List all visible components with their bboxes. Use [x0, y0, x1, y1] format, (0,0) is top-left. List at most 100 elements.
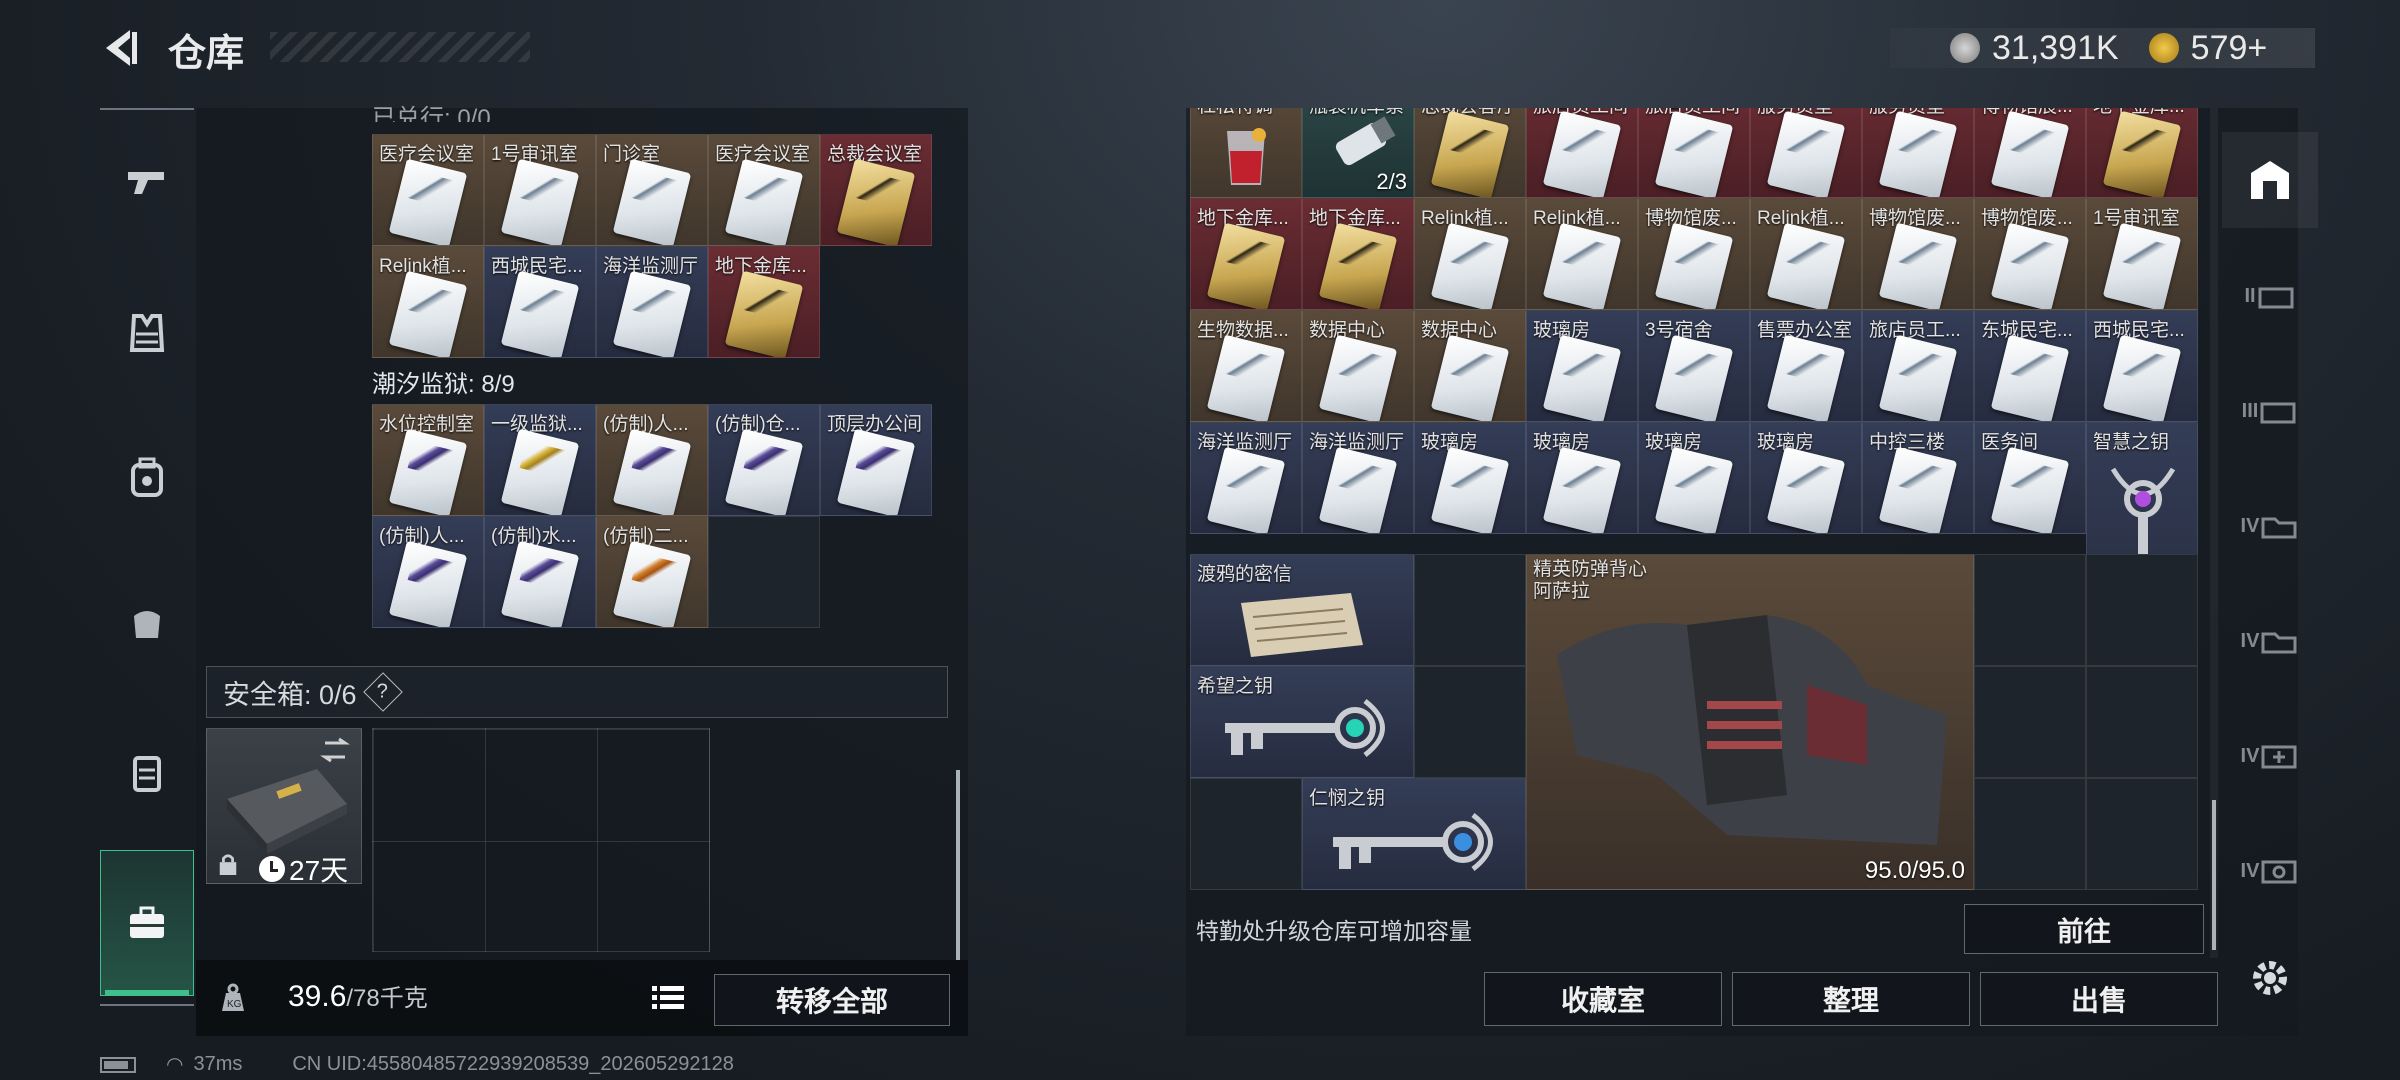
warehouse-item-cell[interactable]: 西城民宅...: [2086, 310, 2198, 422]
keycard-icon: [1542, 110, 1622, 197]
prison-keycard-cell[interactable]: [708, 516, 820, 628]
warehouse-tab-7[interactable]: IV: [2222, 823, 2318, 919]
warehouse-item-cell[interactable]: 博物馆展...: [1974, 108, 2086, 198]
empty-slot[interactable]: [2086, 778, 2198, 890]
nav-backpack-icon[interactable]: [100, 433, 194, 523]
prison-keycard-cell[interactable]: (仿制)水...: [484, 516, 596, 628]
safe-box-slots[interactable]: [372, 728, 710, 952]
empty-slot[interactable]: [1190, 778, 1302, 890]
warehouse-tab-6[interactable]: IV: [2222, 708, 2318, 804]
warehouse-item-cell[interactable]: 中控三楼: [1862, 422, 1974, 534]
warehouse-item-cell[interactable]: 博物馆废...: [1862, 198, 1974, 310]
item-label: 玻璃房: [1533, 320, 1591, 341]
nav-pouch-icon[interactable]: [100, 578, 194, 668]
keycard-cell[interactable]: 海洋监测厅: [596, 246, 708, 358]
warehouse-item-cell[interactable]: 地下金库...: [2086, 108, 2198, 198]
empty-slot[interactable]: [1414, 554, 1526, 666]
settings-gear-icon[interactable]: [2222, 930, 2318, 1026]
warehouse-item-cell[interactable]: 旅店员工...: [1862, 310, 1974, 422]
warehouse-tab-1[interactable]: [2222, 132, 2318, 228]
warehouse-item-cell[interactable]: 玻璃房: [1526, 310, 1638, 422]
empty-slot[interactable]: [2086, 554, 2198, 666]
warehouse-item-cell[interactable]: 数据中心: [1414, 310, 1526, 422]
help-icon[interactable]: ?: [362, 672, 403, 712]
warehouse-item-cell[interactable]: 旅店员工间: [1638, 108, 1750, 198]
collection-room-button[interactable]: 收藏室: [1484, 972, 1722, 1026]
keycard-cell[interactable]: 地下金库...: [708, 246, 820, 358]
warehouse-item-cell[interactable]: 数据中心: [1302, 310, 1414, 422]
hope-key-item[interactable]: 希望之钥: [1190, 666, 1414, 778]
warehouse-item-cell[interactable]: 瓶装机车素2/3: [1302, 108, 1414, 198]
safe-box-item[interactable]: 27天: [206, 728, 362, 886]
raven-letter-item[interactable]: 渡鸦的密信: [1190, 554, 1414, 666]
goto-button[interactable]: 前往: [1964, 904, 2204, 954]
prison-keycard-cell[interactable]: (仿制)二...: [596, 516, 708, 628]
prison-keycard-cell[interactable]: (仿制)人...: [596, 404, 708, 516]
warehouse-item-cell[interactable]: 生物数据...: [1190, 310, 1302, 422]
warehouse-item-cell[interactable]: 地下金库...: [1302, 198, 1414, 310]
empty-slot[interactable]: [1414, 666, 1526, 778]
keycard-cell[interactable]: 西城民宅...: [484, 246, 596, 358]
warehouse-item-cell[interactable]: 玻璃房: [1638, 422, 1750, 534]
warehouse-item-cell[interactable]: Relink植...: [1414, 198, 1526, 310]
warehouse-tab-2[interactable]: II: [2222, 248, 2318, 344]
warehouse-item-cell[interactable]: 玻璃房: [1526, 422, 1638, 534]
keycard-cell[interactable]: 总裁会议室: [820, 134, 932, 246]
back-arrow-icon[interactable]: [96, 24, 144, 72]
warehouse-item-cell[interactable]: 海洋监测厅: [1302, 422, 1414, 534]
empty-slot[interactable]: [1974, 778, 2086, 890]
warehouse-item-cell[interactable]: 玻璃房: [1750, 422, 1862, 534]
warehouse-item-cell[interactable]: 玻璃房: [1414, 422, 1526, 534]
warehouse-item-cell[interactable]: 服务员室: [1750, 108, 1862, 198]
organize-button[interactable]: 整理: [1732, 972, 1970, 1026]
prison-keycard-cell[interactable]: 水位控制室: [372, 404, 484, 516]
nav-armor-icon[interactable]: [100, 288, 194, 378]
warehouse-item-cell[interactable]: Relink植...: [1526, 198, 1638, 310]
warehouse-item-cell[interactable]: 博物馆废...: [1974, 198, 2086, 310]
empty-slot[interactable]: [1974, 554, 2086, 666]
prison-keycard-cell[interactable]: 顶层办公间: [820, 404, 932, 516]
warehouse-item-cell[interactable]: 总裁会客厅: [1414, 108, 1526, 198]
prison-keycard-cell[interactable]: (仿制)仓...: [708, 404, 820, 516]
warehouse-item-cell[interactable]: 杠松特调: [1190, 108, 1302, 198]
warehouse-item-cell[interactable]: 1号审讯室: [2086, 198, 2198, 310]
warehouse-item-cell[interactable]: 服务员室: [1862, 108, 1974, 198]
sell-button[interactable]: 出售: [1980, 972, 2218, 1026]
keycard-cell[interactable]: Relink植...: [372, 246, 484, 358]
safe-box-header: 安全箱: 0/6 ?: [206, 666, 948, 718]
keycard-cell[interactable]: 1号审讯室: [484, 134, 596, 246]
stack-count: 2/3: [1376, 169, 1407, 194]
warehouse-item-cell[interactable]: 旅店员工间: [1526, 108, 1638, 198]
keycard-cell[interactable]: 医疗会议室: [372, 134, 484, 246]
warehouse-item-cell[interactable]: Relink植...: [1750, 198, 1862, 310]
item-label: 杠松特调: [1197, 108, 1301, 118]
nav-vest-icon[interactable]: [100, 728, 194, 818]
item-label: Relink植...: [1421, 208, 1509, 229]
warehouse-item-cell[interactable]: 医务间: [1974, 422, 2086, 534]
keycard-cell[interactable]: 门诊室: [596, 134, 708, 246]
warehouse-item-cell[interactable]: 3号宿舍: [1638, 310, 1750, 422]
mercy-key-item[interactable]: 仁悯之钥: [1302, 778, 1526, 890]
warehouse-item-cell[interactable]: 博物馆废...: [1638, 198, 1750, 310]
empty-slot[interactable]: [1974, 666, 2086, 778]
list-view-icon[interactable]: [648, 980, 688, 1016]
transfer-all-button[interactable]: 转移全部: [714, 974, 950, 1026]
nav-warehouse-tab[interactable]: [100, 850, 194, 996]
warehouse-tab-5[interactable]: IV: [2222, 593, 2318, 689]
right-scrollbar[interactable]: [2212, 800, 2216, 950]
page-title: 仓库: [168, 33, 245, 75]
vest-item[interactable]: 精英防弹背心 阿萨拉 95.0/95.0: [1526, 554, 1974, 890]
warehouse-item-cell[interactable]: 东城民宅...: [1974, 310, 2086, 422]
warehouse-item-cell[interactable]: 海洋监测厅: [1190, 422, 1302, 534]
empty-slot[interactable]: [2086, 666, 2198, 778]
keycard-cell[interactable]: 医疗会议室: [708, 134, 820, 246]
item-label: 总裁会议室: [827, 144, 923, 165]
left-scrollbar[interactable]: [956, 770, 960, 960]
warehouse-tab-4[interactable]: IV: [2222, 478, 2318, 574]
prison-keycard-cell[interactable]: 一级监狱...: [484, 404, 596, 516]
warehouse-tab-3[interactable]: III: [2222, 363, 2318, 459]
warehouse-item-cell[interactable]: 地下金库...: [1190, 198, 1302, 310]
prison-keycard-cell[interactable]: (仿制)人...: [372, 516, 484, 628]
nav-gun-icon[interactable]: [100, 138, 194, 228]
warehouse-item-cell[interactable]: 售票办公室: [1750, 310, 1862, 422]
